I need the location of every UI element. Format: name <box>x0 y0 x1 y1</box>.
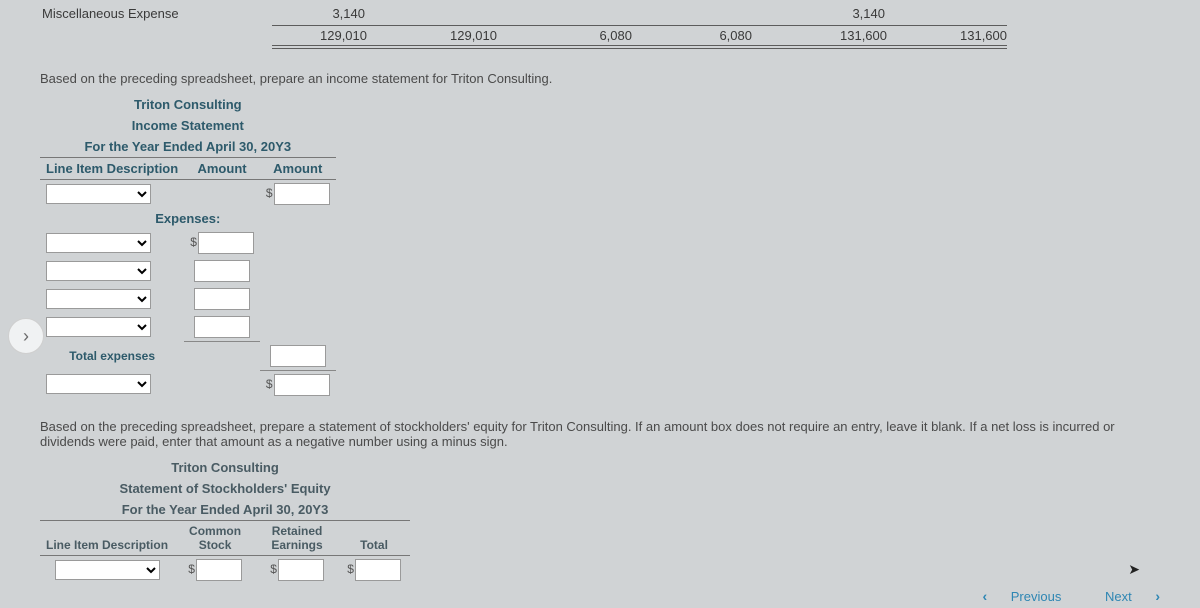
total-5: 131,600 <box>752 25 887 49</box>
income-title: Income Statement <box>40 115 336 136</box>
prev-page-circle[interactable]: › <box>8 318 44 354</box>
chevron-right-icon: › <box>23 326 29 347</box>
instruction-1: Based on the preceding spreadsheet, prep… <box>40 71 1160 86</box>
expense-amount-4[interactable] <box>194 316 250 338</box>
equity-col-re: Retained Earnings <box>256 520 338 555</box>
total-1: 129,010 <box>272 25 367 49</box>
income-col-line: Line Item Description <box>40 158 184 180</box>
bottom-nav: ‹ Previous Next › <box>962 588 1180 604</box>
equity-total-1[interactable] <box>355 559 401 581</box>
totals-row: 129,010 129,010 6,080 6,080 131,600 131,… <box>40 25 1160 49</box>
equity-company: Triton Consulting <box>40 457 410 478</box>
equity-col-cs: Common Stock <box>174 520 256 555</box>
chevron-right-nav-icon: › <box>1155 588 1160 604</box>
income-statement-table: Triton Consulting Income Statement For t… <box>40 94 336 399</box>
equity-cs-1[interactable] <box>196 559 242 581</box>
chevron-left-icon: ‹ <box>982 588 987 604</box>
mouse-cursor-icon: ➤ <box>1128 561 1140 578</box>
total-6: 131,600 <box>887 25 1007 49</box>
line-dropdown-revenue[interactable] <box>46 184 151 204</box>
equity-col-line: Line Item Description <box>40 520 174 555</box>
income-company: Triton Consulting <box>40 94 336 115</box>
total-expenses-amount[interactable] <box>270 345 326 367</box>
net-income-dropdown[interactable] <box>46 374 151 394</box>
income-period: For the Year Ended April 30, 20Y3 <box>40 136 336 158</box>
expenses-label: Expenses: <box>40 208 336 229</box>
equity-dropdown-1[interactable] <box>55 560 160 580</box>
next-label: Next <box>1105 589 1132 604</box>
expense-amount-1[interactable] <box>198 232 254 254</box>
expense-dropdown-4[interactable] <box>46 317 151 337</box>
expense-dropdown-2[interactable] <box>46 261 151 281</box>
stockholders-equity-table: Triton Consulting Statement of Stockhold… <box>40 457 410 584</box>
total-4: 6,080 <box>632 25 752 49</box>
equity-period: For the Year Ended April 30, 20Y3 <box>40 499 410 521</box>
net-income-amount[interactable] <box>274 374 330 396</box>
instruction-2: Based on the preceding spreadsheet, prep… <box>40 419 1160 449</box>
expense-amount-2[interactable] <box>194 260 250 282</box>
income-col-amount1: Amount <box>184 158 260 180</box>
row-label-misc: Miscellaneous Expense <box>40 6 270 21</box>
misc-adj-debit: 3,140 <box>270 6 365 21</box>
previous-label: Previous <box>1011 589 1062 604</box>
equity-col-total: Total <box>338 520 410 555</box>
next-link[interactable]: Next › <box>1095 589 1170 604</box>
previous-link[interactable]: ‹ Previous <box>972 589 1071 604</box>
equity-title: Statement of Stockholders' Equity <box>40 478 410 499</box>
total-expenses-label: Total expenses <box>40 342 184 371</box>
income-col-amount2: Amount <box>260 158 336 180</box>
expense-amount-3[interactable] <box>194 288 250 310</box>
expense-dropdown-3[interactable] <box>46 289 151 309</box>
total-3: 6,080 <box>497 25 632 49</box>
equity-re-1[interactable] <box>278 559 324 581</box>
misc-adj-bal-debit: 3,140 <box>750 6 885 21</box>
total-2: 129,010 <box>367 25 497 49</box>
amount-input-revenue[interactable] <box>274 183 330 205</box>
expense-dropdown-1[interactable] <box>46 233 151 253</box>
